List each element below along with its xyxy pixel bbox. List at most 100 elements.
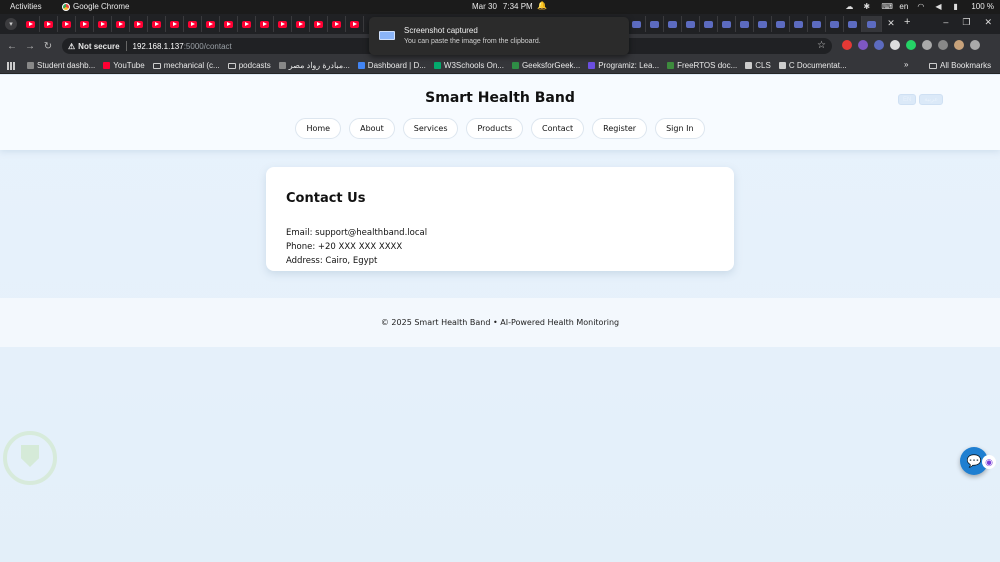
security-indicator[interactable]: ⚠ Not secure [68, 42, 120, 51]
tab-youtube[interactable] [22, 16, 40, 32]
bookmark-item[interactable]: YouTube [103, 61, 145, 70]
nav-sign-in[interactable]: Sign In [655, 118, 705, 139]
bookmark-item[interactable]: GeeksforGeek... [511, 61, 580, 70]
tab-misc[interactable] [844, 16, 862, 32]
media-icon[interactable] [938, 40, 948, 50]
restore-icon[interactable]: ❐ [962, 17, 970, 28]
tab-youtube[interactable] [58, 16, 76, 32]
screenshot-notification[interactable]: Screenshot captured You can paste the im… [369, 17, 629, 55]
tab-youtube[interactable] [166, 16, 184, 32]
tab-youtube[interactable] [346, 16, 364, 32]
youtube-icon [296, 20, 305, 28]
tab-misc[interactable] [790, 16, 808, 32]
bookmark-item[interactable]: C Documentat... [778, 61, 847, 70]
bookmark-item[interactable]: Programiz: Lea... [588, 61, 659, 70]
tab-misc[interactable] [808, 16, 826, 32]
bookmark-item[interactable]: FreeRTOS doc... [667, 61, 737, 70]
site-icon [632, 20, 641, 28]
nav-about[interactable]: About [349, 118, 395, 139]
tab-youtube[interactable] [112, 16, 130, 32]
os-top-bar: Activities Google Chrome Mar 30 7:34 PM … [0, 0, 1000, 14]
tab-misc[interactable] [682, 16, 700, 32]
bookmark-label: YouTube [113, 61, 145, 70]
back-icon[interactable]: ← [3, 41, 21, 52]
clock[interactable]: Mar 30 7:34 PM [472, 2, 533, 11]
close-tab-icon[interactable]: ✕ [884, 16, 898, 30]
bookmark-label: Student dashb... [37, 61, 96, 70]
tab-youtube[interactable] [274, 16, 292, 32]
reload-icon[interactable]: ↻ [39, 41, 57, 52]
volume-icon: ◀ [935, 1, 942, 11]
lang-ar-button[interactable]: عربية [919, 94, 943, 105]
tab-misc[interactable] [646, 16, 664, 32]
tab-youtube[interactable] [130, 16, 148, 32]
minimize-icon[interactable]: – [943, 17, 948, 28]
nav-services[interactable]: Services [402, 118, 459, 139]
tab-misc[interactable] [772, 16, 790, 32]
app-menu[interactable]: Google Chrome [62, 2, 129, 11]
tab-youtube[interactable] [94, 16, 112, 32]
tab-youtube[interactable] [202, 16, 220, 32]
system-tray[interactable]: ☁ ✱ ⌨ en ◠ ◀ ▮ 100 % [845, 2, 994, 11]
forward-icon[interactable]: → [21, 41, 39, 52]
tab-youtube[interactable] [310, 16, 328, 32]
tab-misc[interactable] [700, 16, 718, 32]
nav-products[interactable]: Products [466, 118, 524, 139]
url-path: :5000/contact [183, 41, 232, 51]
nav-contact[interactable]: Contact [531, 118, 585, 139]
battery-level: 100 % [971, 2, 994, 11]
bookmark-folder[interactable]: podcasts [227, 61, 271, 70]
nav-register[interactable]: Register [592, 118, 648, 139]
lang-en-button[interactable]: EN [898, 94, 917, 105]
bookmark-item[interactable]: CLS [745, 61, 771, 70]
extension-icon[interactable] [858, 40, 868, 50]
bookmark-star-icon[interactable]: ☆ [817, 40, 826, 51]
extension-icon[interactable] [874, 40, 884, 50]
tab-misc[interactable] [664, 16, 682, 32]
tab-youtube[interactable] [220, 16, 238, 32]
close-window-icon[interactable]: ✕ [984, 17, 992, 28]
extensions-puzzle-icon[interactable] [922, 40, 932, 50]
bookmark-item[interactable]: Dashboard | D... [357, 61, 426, 70]
bookmark-item[interactable]: مبادرة رواد مصر... [278, 61, 350, 70]
bookmarks-overflow-button[interactable]: » [904, 60, 908, 69]
tab-youtube[interactable] [148, 16, 166, 32]
all-bookmarks-label: All Bookmarks [940, 61, 992, 70]
tab-youtube[interactable] [256, 16, 274, 32]
tab-youtube[interactable] [328, 16, 346, 32]
tab-misc[interactable] [736, 16, 754, 32]
assistant-badge-icon[interactable]: ◉ [982, 455, 996, 469]
tab-misc[interactable] [718, 16, 736, 32]
notification-title: Screenshot captured [404, 26, 478, 35]
tab-misc[interactable] [754, 16, 772, 32]
tab-search-button[interactable]: ▾ [5, 18, 17, 30]
tab-misc[interactable] [628, 16, 646, 32]
bell-icon[interactable]: 🔔 [537, 1, 547, 10]
tab-youtube[interactable] [184, 16, 202, 32]
tab-youtube[interactable] [40, 16, 58, 32]
tab-youtube[interactable] [292, 16, 310, 32]
tab-active[interactable] [862, 16, 882, 32]
menu-kebab-icon[interactable] [970, 40, 980, 50]
extension-icon[interactable] [842, 40, 852, 50]
wifi-icon: ◠ [917, 1, 925, 11]
whatsapp-icon[interactable] [906, 40, 916, 50]
accessibility-icon: ✱ [863, 1, 871, 11]
bookmark-folder[interactable]: mechanical (c... [152, 61, 220, 70]
tab-youtube[interactable] [238, 16, 256, 32]
all-bookmarks-button[interactable]: All Bookmarks [929, 61, 991, 70]
bookmark-item[interactable]: W3Schools On... [433, 61, 504, 70]
tab-misc[interactable] [826, 16, 844, 32]
youtube-icon [98, 20, 107, 28]
apps-grid-icon[interactable] [7, 61, 15, 70]
activities-button[interactable]: Activities [10, 2, 42, 11]
site-brand[interactable]: Smart Health Band [0, 90, 1000, 106]
extension-icon[interactable] [890, 40, 900, 50]
new-tab-button[interactable]: + [904, 16, 910, 32]
nav-home[interactable]: Home [295, 118, 342, 139]
screenshot-icon [379, 31, 395, 40]
bookmark-item[interactable]: Student dashb... [27, 61, 95, 70]
profile-avatar[interactable] [954, 40, 964, 50]
chat-icon: 💬 [966, 454, 982, 468]
tab-youtube[interactable] [76, 16, 94, 32]
